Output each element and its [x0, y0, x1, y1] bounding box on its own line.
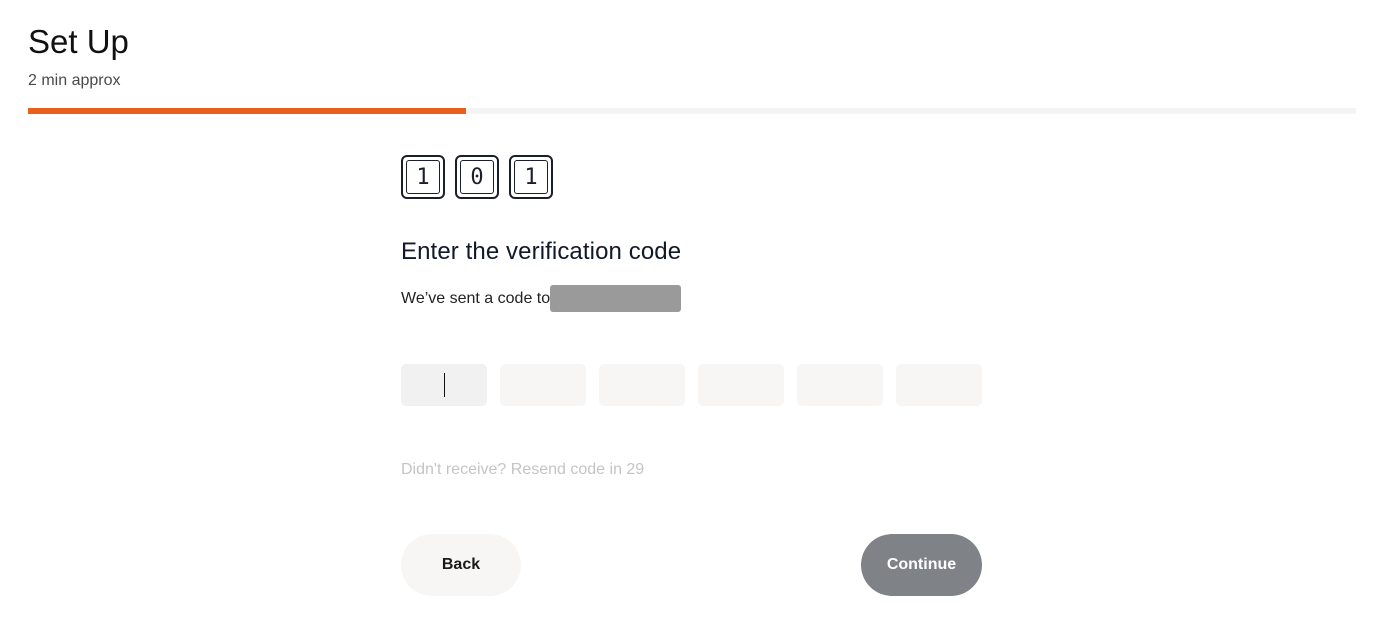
code-icon-digit-box: 1	[509, 155, 553, 199]
code-icon-digit-box: 0	[455, 155, 499, 199]
otp-digit-input-3[interactable]	[599, 364, 685, 406]
code-icon-digit: 1	[524, 164, 538, 190]
progress-bar-fill	[28, 108, 467, 114]
redacted-contact	[550, 285, 682, 312]
otp-input-group	[401, 364, 982, 406]
otp-digit-input-5[interactable]	[797, 364, 883, 406]
setup-page: Set Up 2 min approx 1 0 1 Enter the veri…	[0, 0, 1400, 626]
code-icon-digit: 1	[416, 164, 430, 190]
code-icon-digit-box: 1	[401, 155, 445, 199]
code-sent-message: We’ve sent a code to	[401, 285, 682, 312]
otp-digit-input-6[interactable]	[896, 364, 982, 406]
text-cursor	[444, 373, 445, 397]
progress-bar	[28, 108, 1356, 114]
otp-digit-input-4[interactable]	[698, 364, 784, 406]
verification-heading: Enter the verification code	[401, 238, 682, 265]
verification-code-icon: 1 0 1	[401, 155, 553, 199]
code-sent-text: We’ve sent a code to	[401, 289, 551, 307]
code-icon-digit: 0	[470, 164, 484, 190]
otp-digit-input-2[interactable]	[500, 364, 586, 406]
otp-digit-wrapper	[401, 364, 487, 406]
time-estimate: 2 min approx	[28, 72, 121, 89]
back-button[interactable]: Back	[401, 534, 521, 596]
page-title: Set Up	[28, 23, 129, 60]
resend-code-text: Didn't receive? Resend code in 29	[401, 461, 645, 478]
continue-button[interactable]: Continue	[861, 534, 982, 596]
